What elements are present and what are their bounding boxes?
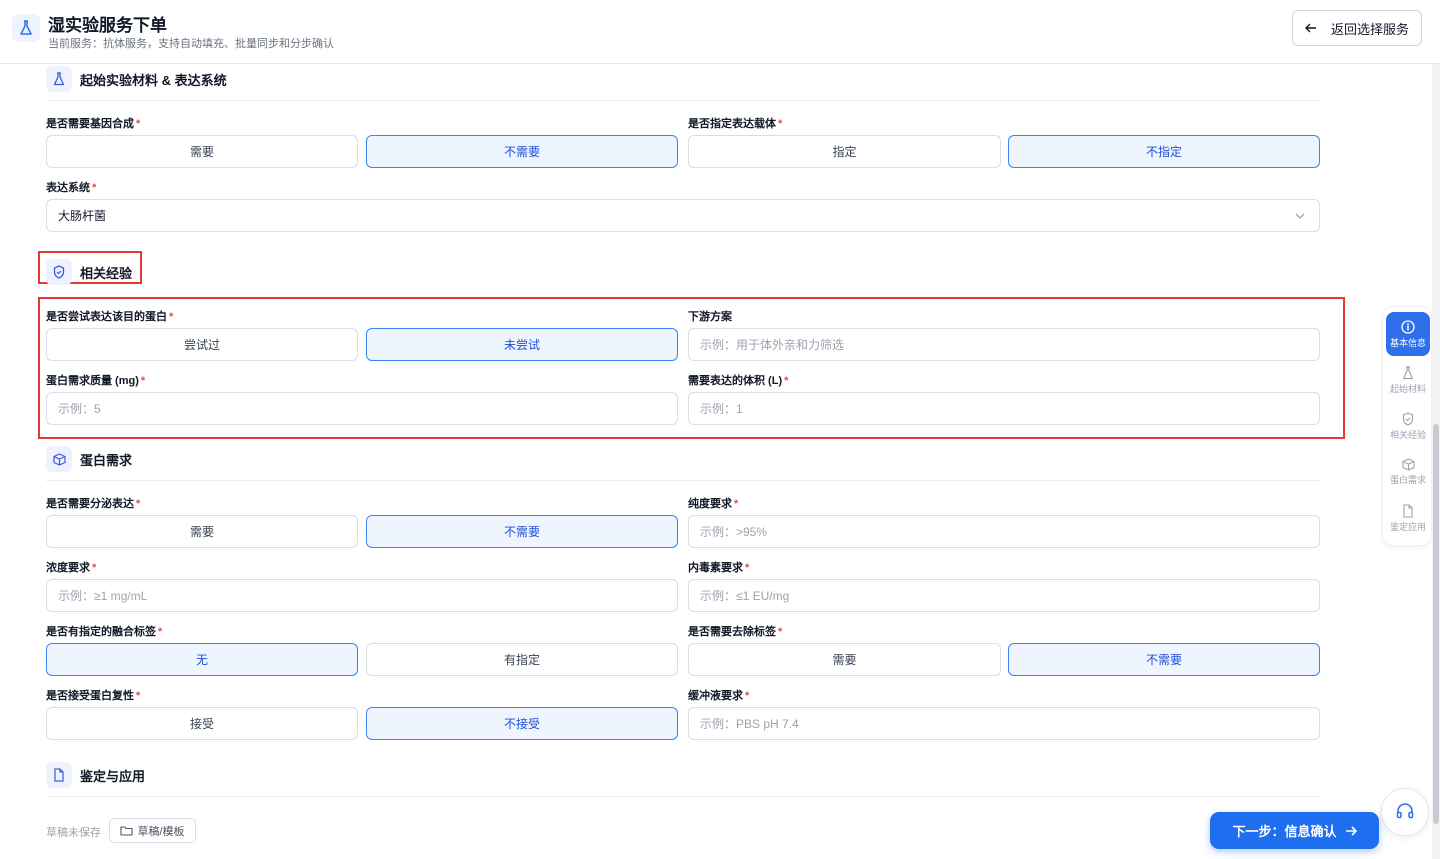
- cube-icon: [46, 446, 72, 472]
- gene-synthesis-option-need[interactable]: 需要: [46, 135, 358, 168]
- info-icon: [1401, 319, 1415, 334]
- downstream-label: 下游方案: [688, 311, 732, 323]
- divider: [46, 100, 1320, 101]
- anchor-label: 相关经验: [1389, 429, 1426, 440]
- anchor-identification[interactable]: 鉴定应用: [1386, 496, 1430, 540]
- anchor-label: 基本信息: [1389, 337, 1426, 348]
- anchor-basic-info[interactable]: 基本信息: [1386, 312, 1430, 356]
- expression-system-select[interactable]: 大肠杆菌: [46, 199, 1320, 232]
- arrow-left-icon: [1305, 23, 1316, 33]
- fusion-tag-option-none[interactable]: 无: [46, 643, 358, 676]
- flask-icon: [1402, 365, 1414, 379]
- headset-icon: [1396, 803, 1414, 819]
- flask-icon: [12, 14, 40, 42]
- secretion-option-no-need[interactable]: 不需要: [366, 515, 678, 548]
- file-icon: [1403, 503, 1413, 518]
- anchor-label: 鉴定应用: [1389, 521, 1426, 532]
- scrollbar[interactable]: [1432, 64, 1440, 859]
- anchor-protein[interactable]: 蛋白需求: [1386, 450, 1430, 494]
- anchor-label: 起始材料: [1389, 383, 1426, 394]
- endotoxin-input[interactable]: 示例：≤1 EU/mg: [688, 579, 1320, 612]
- anchor-label: 蛋白需求: [1389, 475, 1426, 485]
- fusion-tag-option-specified[interactable]: 有指定: [366, 643, 678, 676]
- section-material-header: 起始实验材料 & 表达系统: [46, 66, 227, 92]
- section-protein-header: 蛋白需求: [46, 446, 132, 472]
- file-icon: [46, 762, 72, 788]
- tried-expression-label: 是否尝试表达该目的蛋白 *: [46, 311, 174, 323]
- page-title: 湿实验服务下单: [48, 16, 167, 35]
- tag-removal-option-need[interactable]: 需要: [688, 643, 1001, 676]
- volume-input[interactable]: 示例：1: [688, 392, 1320, 425]
- refolding-label: 是否接受蛋白复性 *: [46, 690, 141, 702]
- shield-icon: [46, 259, 72, 285]
- secretion-label: 是否需要分泌表达 *: [46, 498, 141, 510]
- divider: [46, 480, 1320, 481]
- purity-label: 纯度要求 *: [688, 498, 739, 510]
- chevron-down-icon: [1295, 213, 1305, 219]
- section-title: 蛋白需求: [80, 452, 133, 468]
- refolding-option-reject[interactable]: 不接受: [366, 707, 678, 740]
- downstream-input[interactable]: 示例：用于体外亲和力筛选: [688, 328, 1320, 361]
- section-anchor-nav: 基本信息 起始材料 相关经验 蛋白需求 鉴定应用: [1382, 306, 1432, 546]
- vector-option-specify[interactable]: 指定: [688, 135, 1001, 168]
- vector-option-not-specify[interactable]: 不指定: [1008, 135, 1320, 168]
- arrow-right-icon: [1345, 825, 1357, 836]
- expression-system-value: 大肠杆菌: [58, 209, 107, 223]
- buffer-label: 缓冲液要求 *: [688, 690, 750, 702]
- refolding-option-accept[interactable]: 接受: [46, 707, 358, 740]
- draft-status: 草稿未保存: [46, 827, 101, 839]
- endotoxin-label: 内毒素要求 *: [688, 562, 750, 574]
- section-identification-header: 鉴定与应用: [46, 762, 145, 788]
- page-subtitle: 当前服务：抗体服务，支持自动填充、批量同步和分步确认: [48, 38, 334, 50]
- tried-option-no[interactable]: 未尝试: [366, 328, 678, 361]
- vector-label: 是否指定表达载体 *: [688, 118, 783, 130]
- concentration-label: 浓度要求 *: [46, 562, 97, 574]
- page-header: 湿实验服务下单 当前服务：抗体服务，支持自动填充、批量同步和分步确认 返回选择服…: [0, 0, 1440, 64]
- flask-icon: [46, 66, 72, 92]
- back-button-label: 返回选择服务: [1331, 21, 1410, 37]
- purity-input[interactable]: 示例：>95%: [688, 515, 1320, 548]
- fusion-tag-label: 是否有指定的融合标签 *: [46, 626, 163, 638]
- next-step-button[interactable]: 下一步：信息确认: [1210, 812, 1379, 849]
- divider: [46, 796, 1320, 797]
- tag-removal-label: 是否需要去除标签 *: [688, 626, 783, 638]
- footer-bar: [30, 800, 1400, 859]
- concentration-input[interactable]: 示例：≥1 mg/mL: [46, 579, 678, 612]
- section-experience-header: 相关经验: [46, 259, 132, 285]
- customer-support-button[interactable]: [1381, 788, 1429, 836]
- back-to-services-button[interactable]: 返回选择服务: [1292, 10, 1422, 46]
- shield-icon: [1402, 411, 1414, 426]
- anchor-material[interactable]: 起始材料: [1386, 358, 1430, 402]
- protein-mass-input[interactable]: 示例：5: [46, 392, 678, 425]
- tag-removal-option-no-need[interactable]: 不需要: [1008, 643, 1320, 676]
- folder-icon: [120, 826, 134, 836]
- gene-synthesis-label: 是否需要基因合成 *: [46, 118, 141, 130]
- tried-option-yes[interactable]: 尝试过: [46, 328, 358, 361]
- draft-button-label: 草稿/模板: [137, 825, 185, 838]
- volume-label: 需要表达的体积 (L) *: [688, 375, 789, 387]
- scrollbar-thumb[interactable]: [1433, 424, 1439, 824]
- buffer-input[interactable]: 示例：PBS pH 7.4: [688, 707, 1320, 740]
- expression-system-label: 表达系统 *: [46, 182, 97, 194]
- cube-icon: [1401, 458, 1415, 471]
- section-title: 鉴定与应用: [80, 768, 146, 784]
- protein-mass-label: 蛋白需求质量 (mg) *: [46, 375, 146, 387]
- section-title: 相关经验: [80, 265, 133, 281]
- gene-synthesis-option-no-need[interactable]: 不需要: [366, 135, 678, 168]
- next-button-label: 下一步：信息确认: [1232, 824, 1337, 839]
- secretion-option-need[interactable]: 需要: [46, 515, 358, 548]
- anchor-experience[interactable]: 相关经验: [1386, 404, 1430, 448]
- section-title: 起始实验材料 & 表达系统: [80, 72, 227, 88]
- draft-template-button[interactable]: 草稿/模板: [109, 818, 196, 843]
